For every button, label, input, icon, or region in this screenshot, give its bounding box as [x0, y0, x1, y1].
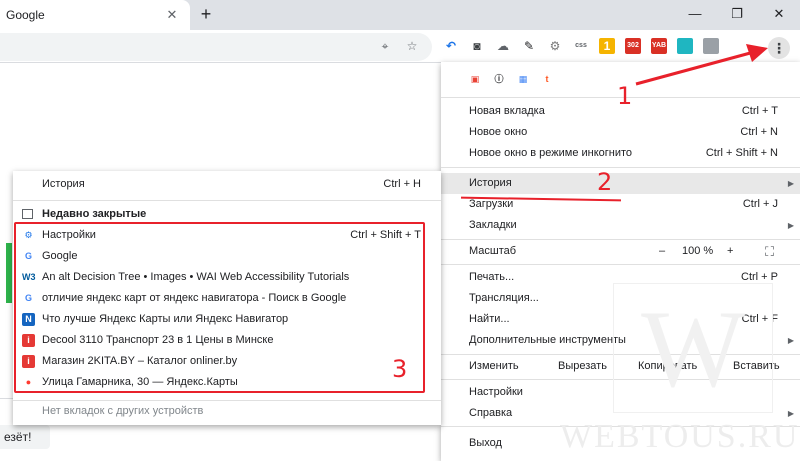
restore-button[interactable]: ❐ [722, 4, 752, 24]
fullscreen-icon[interactable]: ⛶ [765, 241, 774, 262]
gear-icon[interactable]: ⚙ [547, 38, 563, 54]
zoom-out-button[interactable]: – [659, 241, 665, 262]
menu-item-label: История [469, 177, 512, 189]
menu-item-label: Найти... [469, 313, 510, 325]
menu-item-label: Изменить [469, 360, 519, 372]
cloud-icon[interactable]: ☁ [495, 38, 511, 54]
minimize-button[interactable]: — [680, 4, 710, 24]
info-ext-icon[interactable]: ⓘ [492, 72, 506, 86]
window-close-button[interactable]: ✕ [764, 4, 794, 24]
address-bar[interactable] [0, 33, 432, 61]
menu-item-shortcut: Ctrl + N [740, 126, 778, 138]
submenu-item-shortcut: Ctrl + H [383, 178, 421, 190]
menu-separator [441, 239, 800, 240]
page-green-bar [6, 243, 12, 303]
css-icon[interactable]: css [573, 38, 589, 54]
annotation-arrow-1 [635, 44, 768, 86]
submenu-item-label: История [42, 178, 85, 190]
menu-item-shortcut: Ctrl + J [742, 198, 778, 210]
annotation-number-1: 1 [617, 82, 633, 110]
note-icon[interactable]: 1 [599, 38, 615, 54]
menu-item-label: Выход [469, 437, 502, 449]
tab-strip: Google ✕ + — ❐ ✕ [0, 0, 800, 30]
submenu-arrow-icon: ▶ [787, 221, 794, 230]
cut-button[interactable]: Вырезать [558, 356, 607, 377]
window-icon [22, 209, 33, 219]
menu-item-label: Закладки [469, 219, 517, 231]
watermark-text: WEBTOUS.RU [560, 418, 800, 455]
menu-item-incognito[interactable]: Новое окно в режиме инкогнито Ctrl + Shi… [441, 143, 800, 164]
menu-dots-icon[interactable]: ⋮ [768, 37, 790, 59]
menu-item-label: Дополнительные инструменты [469, 334, 626, 346]
annotation-number-3: 3 [392, 355, 408, 383]
menu-item-bookmarks[interactable]: Закладки ▶ [441, 215, 800, 236]
t-ext-icon[interactable]: t [540, 72, 554, 86]
menu-item-label: Новая вкладка [469, 105, 545, 117]
menu-item-label: Печать... [469, 271, 515, 283]
watermark-logo: W [613, 283, 773, 413]
menu-item-label: Новое окно в режиме инкогнито [469, 147, 633, 159]
zoom-value: 100 % [682, 245, 714, 257]
menu-separator [441, 167, 800, 168]
menu-separator [441, 264, 800, 265]
camera-icon[interactable]: ◙ [469, 38, 485, 54]
menu-item-shortcut: Ctrl + T [741, 105, 778, 117]
new-tab-button[interactable]: + [196, 5, 216, 25]
submenu-arrow-icon: ▶ [787, 336, 794, 345]
no-other-devices: Нет вкладок с других устройств [13, 401, 441, 422]
menu-item-history[interactable]: История ▶ [441, 173, 800, 194]
menu-item-new-window[interactable]: Новое окно Ctrl + N [441, 122, 800, 143]
close-icon[interactable]: ✕ [164, 7, 180, 23]
annotation-box-3 [14, 222, 425, 393]
submenu-item-history[interactable]: История Ctrl + H [13, 174, 441, 195]
menu-item-label: Трансляция... [469, 292, 539, 304]
image-ext-icon[interactable]: ▣ [468, 72, 482, 86]
submenu-arrow-icon: ▶ [787, 179, 794, 188]
menu-item-shortcut: Ctrl + Shift + N [705, 147, 778, 159]
bookmark-star-icon[interactable]: ☆ [403, 37, 421, 55]
no-devices-label: Нет вкладок с других устройств [42, 405, 204, 417]
zoom-in-button[interactable]: + [727, 241, 733, 262]
tab-title: Google [6, 8, 45, 22]
location-icon[interactable]: ⌖ [376, 37, 394, 55]
menu-item-label: Масштаб [469, 245, 517, 257]
menu-item-zoom: Масштаб – 100 % + ⛶ [441, 241, 800, 262]
menu-item-label: Настройки [469, 386, 523, 398]
page-text-fragment: езёт! [0, 425, 50, 449]
tab-google[interactable]: Google ✕ [0, 0, 190, 30]
grid-ext-icon[interactable]: ▦ [516, 72, 530, 86]
undo-arrow-icon[interactable]: ↶ [443, 38, 459, 54]
menu-item-label: Справка [469, 407, 513, 419]
annotation-number-2: 2 [597, 168, 613, 196]
submenu-separator [13, 200, 441, 201]
menu-item-label: Новое окно [469, 126, 528, 138]
pen-icon[interactable]: ✎ [521, 38, 537, 54]
